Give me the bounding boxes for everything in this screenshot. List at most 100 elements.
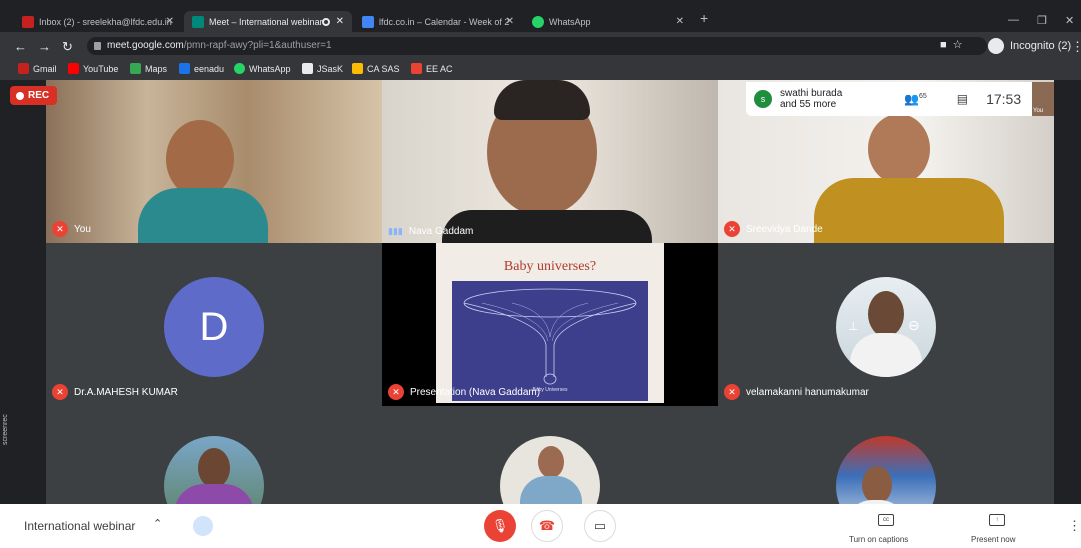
reload-icon[interactable]: ↻ xyxy=(62,39,73,55)
participant-body xyxy=(442,210,652,243)
bookmark-youtube[interactable]: YouTube xyxy=(68,63,118,74)
lock-icon xyxy=(94,42,101,50)
participant-face xyxy=(166,120,234,198)
whatsapp-icon xyxy=(532,15,544,28)
more-options-icon[interactable]: ⋮ xyxy=(1068,518,1081,534)
participant-tile-row3-3[interactable] xyxy=(718,406,1054,504)
bookmark-label: Gmail xyxy=(33,63,57,74)
bookmark-label: eenadu xyxy=(194,63,225,74)
participant-name-label: ✕ velamakanni hanumakumar xyxy=(724,384,869,400)
participant-tile-mahesh[interactable]: D ✕ Dr.A.MAHESH KUMAR xyxy=(46,243,382,406)
people-icon[interactable]: 👥65 xyxy=(904,92,927,106)
shield-icon[interactable] xyxy=(193,516,213,536)
participant-body xyxy=(814,178,1004,243)
minimize-icon[interactable]: — xyxy=(1008,14,1019,26)
maximize-icon[interactable]: ❐ xyxy=(1037,14,1047,27)
participant-body xyxy=(138,188,268,243)
url-field[interactable]: meet.google.com/pmn-rapf-awy?pli=1&authu… xyxy=(87,37,987,55)
meet-icon xyxy=(192,15,204,28)
url-host: meet.google.com xyxy=(107,40,184,51)
captions-button[interactable]: Turn on captions xyxy=(849,535,908,544)
camera-icon[interactable]: ■ xyxy=(940,39,947,51)
jsask-icon xyxy=(302,63,313,74)
self-view-label: You xyxy=(1033,108,1044,114)
star-icon[interactable]: ☆ xyxy=(953,38,963,51)
bookmark-label: YouTube xyxy=(83,63,119,74)
slide-title: Baby universes? xyxy=(503,259,597,274)
maps-icon xyxy=(130,63,141,74)
self-view[interactable]: You xyxy=(1032,82,1054,116)
forward-icon[interactable]: → xyxy=(38,39,51,54)
bookmark-eenadu[interactable]: eenadu xyxy=(179,63,224,74)
recording-badge: REC xyxy=(10,86,58,105)
eenadu-icon xyxy=(179,63,190,74)
tab-meet[interactable]: Meet – International webinar ✕ xyxy=(184,11,352,32)
participant-name-label: ✕ You xyxy=(52,221,91,237)
menu-icon[interactable]: ⋮ xyxy=(1071,39,1081,55)
participant-name: Presentation (Nava Gaddam) xyxy=(410,386,541,398)
participant-name-label: ▮▮▮ Nava Gaddam xyxy=(388,226,473,237)
participant-face xyxy=(868,114,930,184)
microphone-off-button[interactable]: 🎙︎ xyxy=(484,510,516,542)
bookmark-ee-ac[interactable]: EE AC xyxy=(411,63,453,74)
tab-title: WhatsApp xyxy=(549,16,591,27)
speaker-off-icon: ✕ xyxy=(388,384,404,400)
gmail-icon xyxy=(22,15,34,28)
close-icon[interactable]: ✕ xyxy=(676,16,684,27)
participant-name-label: ✕ Sreevidya Dande xyxy=(724,221,823,237)
present-now-button[interactable]: Present now xyxy=(971,535,1015,544)
captions-icon[interactable]: cc xyxy=(878,514,894,526)
participant-tile-you[interactable]: ✕ You xyxy=(46,80,382,243)
camera-button[interactable]: ▭ xyxy=(584,510,616,542)
pin-icon[interactable]: ⊥ xyxy=(848,319,858,333)
tab-whatsapp[interactable]: WhatsApp ✕ xyxy=(524,11,692,32)
close-icon[interactable]: ✕ xyxy=(166,16,174,27)
participant-tile-velamakanni[interactable]: ⊥ ⊖ ✕ velamakanni hanumakumar xyxy=(718,243,1054,406)
bookmark-maps[interactable]: Maps xyxy=(130,63,167,74)
participant-tile-row3-1[interactable] xyxy=(46,406,382,504)
chevron-up-icon[interactable]: ⌃ xyxy=(153,517,162,530)
close-window-icon[interactable]: ✕ xyxy=(1065,14,1074,27)
presentation-tile[interactable]: Baby universes? Baby Universes ✕ Presenta… xyxy=(382,243,718,406)
present-icon[interactable]: ↑ xyxy=(989,514,1005,526)
bookmark-gmail[interactable]: Gmail xyxy=(18,63,57,74)
incognito-badge[interactable]: Incognito (2) xyxy=(988,38,1071,54)
participant-name: Sreevidya Dande xyxy=(746,223,823,235)
participant-hair xyxy=(494,80,590,120)
bookmark-jsask[interactable]: JSasK xyxy=(302,63,343,74)
mic-off-icon: ✕ xyxy=(52,221,68,237)
bookmark-whatsapp[interactable]: WhatsApp xyxy=(234,63,291,74)
remove-icon[interactable]: ⊖ xyxy=(908,317,920,334)
mic-off-icon: ✕ xyxy=(52,384,68,400)
clock: 17:53 xyxy=(986,91,1022,107)
meet-stage: ✕ You ▮▮▮ Nava Gaddam ✕ Sreevidya Dande D ✕… xyxy=(0,80,1081,504)
participant-tile-row3-2[interactable] xyxy=(382,406,718,504)
bookmark-label: Maps xyxy=(145,63,168,74)
close-icon[interactable]: ✕ xyxy=(336,16,344,27)
avatar xyxy=(164,436,264,504)
tab-calendar[interactable]: lfdc.co.in – Calendar - Week of 2 ✕ xyxy=(354,11,522,32)
close-icon[interactable]: ✕ xyxy=(506,16,514,27)
ee-ac-icon xyxy=(411,63,422,74)
meeting-title[interactable]: International webinar xyxy=(24,519,135,533)
leave-call-button[interactable]: ☎ xyxy=(531,510,563,542)
chat-icon[interactable]: ▤ xyxy=(957,92,968,106)
mic-off-icon: 🎙︎ xyxy=(491,518,509,533)
bookmark-label: JSasK xyxy=(317,63,344,74)
bookmark-label: WhatsApp xyxy=(249,63,291,74)
participant-tile-nava[interactable]: ▮▮▮ Nava Gaddam xyxy=(382,80,718,243)
whatsapp-icon xyxy=(234,63,245,74)
new-tab-button[interactable]: + xyxy=(700,10,708,26)
bookmark-ca-sas[interactable]: CA SAS xyxy=(352,63,400,74)
ca-sas-icon xyxy=(352,63,363,74)
bookmarks-bar: Gmail YouTube Maps eenadu WhatsApp JSasK… xyxy=(0,60,1081,80)
people-count: 65 xyxy=(918,93,927,100)
participant-name-label: ✕ Presentation (Nava Gaddam) xyxy=(388,384,540,400)
calendar-icon xyxy=(362,15,374,28)
mic-off-icon: ✕ xyxy=(724,221,740,237)
video-icon: ▭ xyxy=(593,518,607,533)
participant-name: velamakanni hanumakumar xyxy=(746,386,869,398)
tab-gmail[interactable]: Inbox (2) - sreelekha@lfdc.edu.in ✕ xyxy=(14,11,182,32)
back-icon[interactable]: ← xyxy=(14,39,27,54)
tab-title: Meet – International webinar xyxy=(209,16,323,27)
